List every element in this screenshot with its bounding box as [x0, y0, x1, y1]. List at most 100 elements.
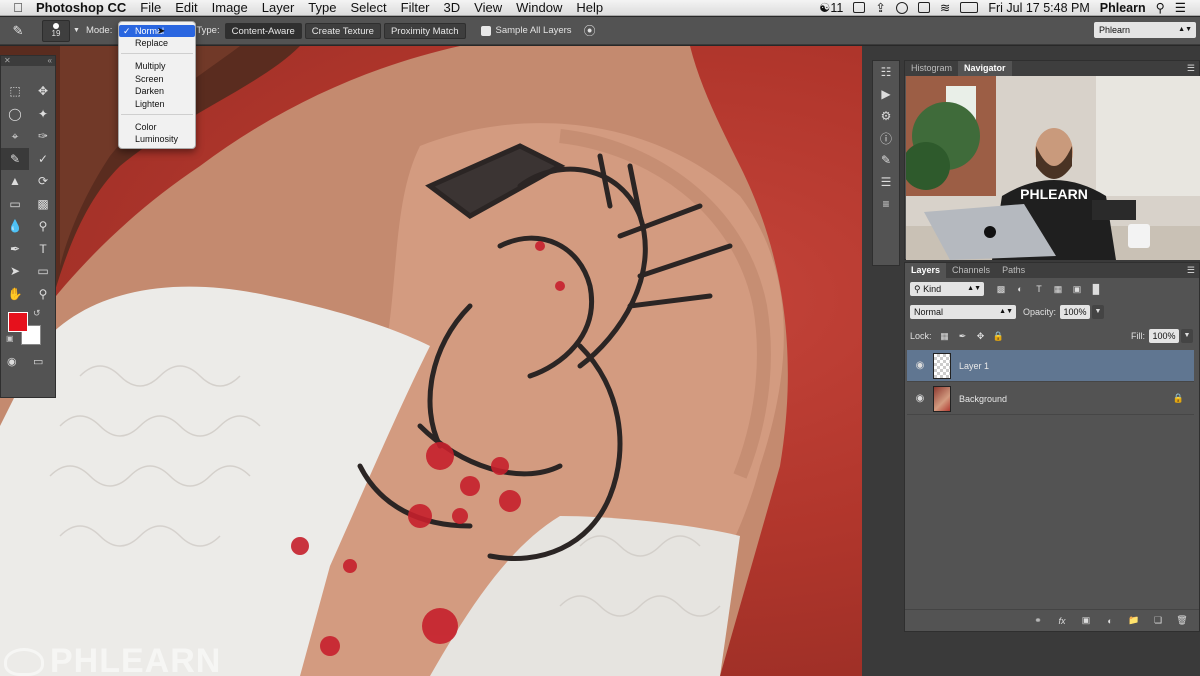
marquee-tool-icon[interactable]: ⬚ [1, 80, 29, 103]
tab-channels[interactable]: Channels [946, 263, 996, 278]
clock-text[interactable]: Fri Jul 17 5:48 PM [988, 1, 1089, 15]
quick-select-tool-icon[interactable]: ✦ [29, 103, 57, 126]
rectangle-tool-icon[interactable]: ▭ [29, 260, 57, 283]
new-group-folder-icon[interactable]: 📁 [1127, 614, 1141, 628]
link-layers-icon[interactable]: ⚭ [1031, 614, 1045, 628]
trash-icon[interactable]: 🗑 [1175, 614, 1189, 628]
menu-help[interactable]: Help [576, 0, 603, 15]
eraser-tool-icon[interactable]: ▭ [1, 193, 29, 216]
content-aware-button[interactable]: Content-Aware [224, 22, 302, 39]
visibility-eye-icon[interactable]: ◉ [907, 393, 933, 404]
lock-all-icon[interactable]: 🔒 [992, 329, 1006, 343]
quick-mask-icon[interactable]: ◉ [7, 355, 17, 368]
brush-panel-icon[interactable]: ✎ [873, 149, 899, 171]
menu-edit[interactable]: Edit [175, 0, 197, 15]
panel-menu-icon[interactable]: ☰ [1187, 61, 1199, 76]
create-texture-button[interactable]: Create Texture [304, 22, 381, 39]
record-icon[interactable] [895, 1, 908, 14]
menu-filter[interactable]: Filter [401, 0, 430, 15]
blend-mode-select[interactable]: Normal ▲▼ [910, 305, 1016, 319]
lock-image-icon[interactable]: ✒ [956, 329, 970, 343]
filter-toggle-icon[interactable]: █ [1089, 282, 1103, 296]
menu-view[interactable]: View [474, 0, 502, 15]
mode-option-darken[interactable]: Darken [119, 85, 195, 97]
adjustment-layer-icon[interactable]: ◐ [1103, 614, 1117, 628]
pressure-size-icon[interactable]: ⦿ [584, 22, 596, 39]
apple-icon[interactable]:  [0, 0, 36, 15]
blur-tool-icon[interactable]: 💧 [1, 215, 29, 238]
menu-app-name[interactable]: Photoshop CC [36, 0, 126, 15]
menu-3d[interactable]: 3D [444, 0, 461, 15]
tab-histogram[interactable]: Histogram [905, 61, 958, 76]
user-name[interactable]: Phlearn [1100, 1, 1146, 15]
opacity-slider-toggle[interactable]: ▼ [1092, 305, 1105, 319]
collapse-icon[interactable]: « [48, 56, 52, 66]
brush-tool-icon[interactable]: ✓ [29, 148, 57, 171]
swap-colors-icon[interactable]: ↺ [33, 308, 41, 319]
menu-file[interactable]: File [140, 0, 161, 15]
creative-cloud-icon[interactable]: ☯11 [819, 0, 843, 15]
add-mask-icon[interactable]: ▣ [1079, 614, 1093, 628]
type-tool-icon[interactable]: T [29, 238, 57, 261]
mode-option-lighten[interactable]: Lighten [119, 98, 195, 110]
hand-tool-icon[interactable]: ✋ [1, 283, 29, 306]
notification-list-icon[interactable]: ☰ [1175, 0, 1186, 15]
new-layer-icon[interactable]: ❏ [1151, 614, 1165, 628]
default-colors-icon[interactable]: ▣ [6, 334, 14, 343]
path-selection-tool-icon[interactable]: ➤ [1, 260, 29, 283]
proximity-match-button[interactable]: Proximity Match [383, 22, 466, 39]
lock-transparent-icon[interactable]: ▦ [938, 329, 952, 343]
battery-icon[interactable] [960, 2, 979, 13]
history-brush-tool-icon[interactable]: ⟳ [29, 170, 57, 193]
move-tool-icon[interactable]: ✥ [29, 80, 57, 103]
layer-kind-filter[interactable]: ⚲ Kind ▲▼ [910, 282, 984, 296]
fill-slider-toggle[interactable]: ▼ [1181, 329, 1193, 343]
zoom-tool-icon[interactable]: ⚲ [29, 283, 57, 306]
visibility-eye-icon[interactable]: ◉ [907, 360, 933, 371]
message-icon[interactable] [853, 2, 866, 13]
adjustments-panel-icon[interactable]: ⚙ [873, 105, 899, 127]
lock-position-icon[interactable]: ✥ [974, 329, 988, 343]
filter-smart-object-icon[interactable]: ▣ [1070, 282, 1084, 296]
spot-healing-brush-tool-icon[interactable]: ✎ [1, 147, 29, 170]
menu-type[interactable]: Type [308, 0, 336, 15]
layer-row-background[interactable]: ◉ Background 🔒 [907, 383, 1194, 415]
brush-size-picker[interactable]: 19 [42, 19, 70, 42]
spot-healing-tool-preset-icon[interactable]: ✎ [0, 23, 36, 39]
upload-icon[interactable]: ⇪ [875, 0, 885, 15]
menu-image[interactable]: Image [212, 0, 248, 15]
layer-style-fx-icon[interactable]: fx [1055, 614, 1069, 628]
mode-option-luminosity[interactable]: Luminosity [119, 133, 195, 145]
lasso-tool-icon[interactable]: ◯ [1, 103, 29, 126]
tab-navigator[interactable]: Navigator [958, 61, 1012, 76]
tab-layers[interactable]: Layers [905, 263, 947, 278]
sample-all-layers-checkbox[interactable]: Sample All Layers [480, 25, 572, 36]
menu-layer[interactable]: Layer [262, 0, 295, 15]
mode-option-color[interactable]: Color [119, 121, 195, 133]
filter-type-icon[interactable]: T [1032, 282, 1046, 296]
mode-option-screen[interactable]: Screen [119, 73, 195, 85]
brush-picker-chevron-icon[interactable]: ▼ [73, 27, 80, 34]
opacity-input[interactable]: 100% [1060, 305, 1091, 319]
close-icon[interactable]: ✕ [4, 56, 11, 66]
mode-option-replace[interactable]: Replace [119, 37, 195, 49]
menu-window[interactable]: Window [516, 0, 562, 15]
gradient-tool-icon[interactable]: ▩ [29, 193, 57, 216]
panel-menu-icon[interactable]: ☰ [1187, 263, 1199, 278]
mode-option-multiply[interactable]: Multiply [119, 60, 195, 72]
paragraph-panel-icon[interactable]: ≡ [873, 193, 899, 215]
tools-panel-header[interactable]: ✕ « [1, 56, 55, 66]
crop-tool-icon[interactable]: ⌖ [1, 125, 29, 148]
spotlight-search-icon[interactable]: ⚲ [1156, 0, 1165, 15]
clone-stamp-tool-icon[interactable]: ▲ [1, 170, 29, 193]
layer-row-layer-1[interactable]: ◉ Layer 1 [907, 350, 1194, 382]
wifi-icon[interactable]: ≋ [940, 0, 950, 15]
history-panel-icon[interactable]: ☷ [873, 61, 899, 83]
workspace-switcher[interactable]: Phlearn ▲▼ [1094, 22, 1196, 38]
properties-panel-icon[interactable]: ☰ [873, 171, 899, 193]
screen-mode-icon[interactable]: ▭ [33, 355, 43, 368]
foreground-color-swatch[interactable] [8, 312, 28, 332]
filter-shape-icon[interactable]: ▦ [1051, 282, 1065, 296]
dodge-tool-icon[interactable]: ⚲ [29, 215, 57, 238]
airplay-icon[interactable] [917, 2, 930, 13]
